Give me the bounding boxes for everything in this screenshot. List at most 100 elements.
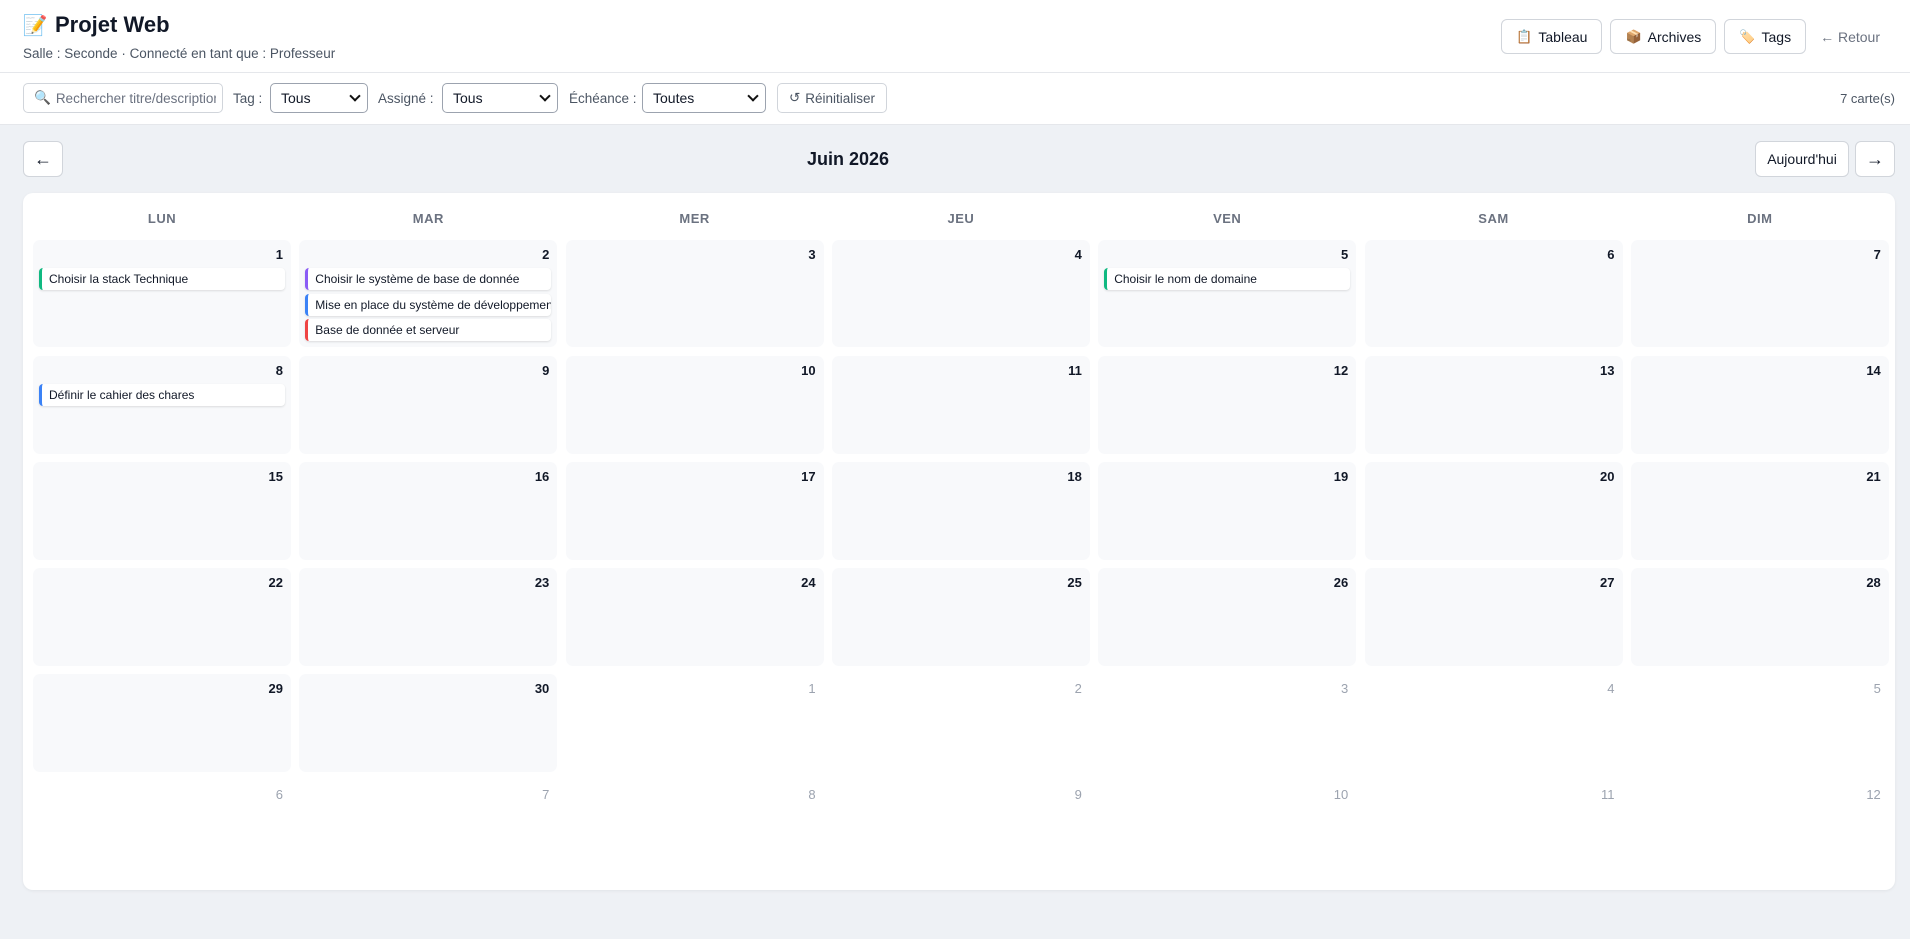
calendar-day[interactable]: 20 [1364,462,1623,560]
day-number: 29 [268,681,283,696]
calendar-day[interactable]: 5 Choisir le nom de domaine [1098,240,1357,347]
calendar-day[interactable]: 1 [566,674,824,772]
calendar-day[interactable]: 3 [1098,674,1356,772]
day-number: 30 [534,681,550,696]
calendar-day[interactable]: 27 [1364,568,1623,666]
calendar-day[interactable]: 25 [831,568,1090,666]
calendar-day[interactable]: 23 [299,568,558,666]
calendar-day[interactable]: 8 [566,780,824,878]
day-number: 8 [808,787,816,802]
today-button[interactable]: Aujourd'hui [1755,141,1849,177]
app-header: 📝 Projet Web Salle : Seconde · Connecté … [0,0,1910,73]
back-link[interactable]: ← Retour [1814,29,1888,45]
day-number: 20 [1600,469,1615,484]
day-number: 10 [801,363,816,378]
day-number: 10 [1333,787,1349,802]
calendar-day[interactable]: 11 [1365,780,1623,878]
calendar-day[interactable]: 9 [832,780,1090,878]
title-block: 📝 Projet Web Salle : Seconde · Connecté … [23,12,336,61]
calendar-day[interactable]: 14 [1630,356,1889,454]
day-number: 23 [534,575,550,590]
calendar-day[interactable]: 12 [1098,356,1357,454]
task-card[interactable]: Choisir le système de base de donnée [305,268,552,290]
day-number: 7 [542,787,550,802]
page-subtitle: Salle : Seconde · Connecté en tant que :… [23,46,336,61]
calendar-day[interactable]: 16 [299,462,558,560]
reset-button[interactable]: ↺ Réinitialiser [777,83,887,113]
calendar-day[interactable]: 30 [299,674,558,772]
day-number: 7 [1873,247,1881,262]
day-number: 9 [1074,787,1082,802]
assigned-select[interactable]: Tous [442,83,558,113]
calendar-day[interactable]: 24 [565,568,824,666]
calendar-day[interactable]: 7 [1630,240,1889,347]
weekday-header: DIM [1747,211,1773,226]
calendar-day[interactable]: 7 [299,780,557,878]
calendar-day[interactable]: 21 [1630,462,1889,560]
calendar-day[interactable]: 22 [33,568,291,666]
tags-button[interactable]: 🏷️ Tags [1724,19,1807,54]
task-card[interactable]: Mise en place du système de développemen… [305,293,552,316]
tag-icon: 🏷️ [1739,28,1756,44]
calendar-day[interactable]: 12 [1631,780,1889,878]
calendar-day[interactable]: 13 [1364,356,1623,454]
task-card[interactable]: Définir le cahier des chares [39,384,285,406]
calendar-day[interactable]: 5 [1631,674,1889,772]
task-card[interactable]: Choisir la stack Technique [39,268,285,290]
day-number: 6 [275,787,283,802]
memo-icon: 📝 [22,14,48,37]
day-number: 6 [1607,247,1615,262]
calendar-day[interactable]: 2 [832,674,1090,772]
day-number: 19 [1333,469,1349,484]
calendar-day[interactable]: 18 [831,462,1090,560]
calendar-day[interactable]: 19 [1098,462,1357,560]
calendar-day[interactable]: 6 [1364,240,1623,347]
weekday-header: MER [679,211,710,226]
calendar-day[interactable]: 9 [299,356,558,454]
calendar-day[interactable]: 10 [1098,780,1356,878]
archives-button[interactable]: 📦 Archives [1610,19,1717,54]
day-number: 22 [268,575,283,590]
calendar-day[interactable]: 2 Choisir le système de base de donnée Mis… [299,240,558,347]
day-number: 27 [1600,575,1615,590]
day-number: 5 [1340,247,1349,262]
calendar-day[interactable]: 6 [33,780,291,878]
day-number: 14 [1866,363,1881,378]
tag-select[interactable]: Tous [270,83,368,113]
card-count: 7 carte(s) [1840,91,1895,106]
due-select[interactable]: Toutes [642,83,766,113]
day-number: 15 [268,469,283,484]
tag-select-value: Tous [281,90,311,106]
filter-bar: 🔍 Tag : Tous Assigné : Tous Échéance : T… [0,73,1910,125]
next-month-button[interactable]: → [1855,141,1895,177]
calendar-day[interactable]: 4 [1365,674,1623,772]
weekday-header: SAM [1478,211,1509,226]
task-card[interactable]: Base de donnée et serveur [305,319,552,341]
day-number: 26 [1333,575,1349,590]
calendar-day[interactable]: 11 [831,356,1090,454]
search-field[interactable]: 🔍 [23,83,223,113]
month-title: Juin 2026 [806,149,890,169]
board-button[interactable]: 📋 Tableau [1501,19,1603,54]
board-button-label: Tableau [1538,28,1588,45]
calendar-day[interactable]: 3 [565,240,824,347]
calendar-day[interactable]: 29 [33,674,291,772]
calendar-day[interactable]: 28 [1630,568,1889,666]
clipboard-icon: 📋 [1516,28,1533,44]
calendar-day[interactable]: 17 [565,462,824,560]
arrow-right-icon: → [1866,148,1884,169]
search-input[interactable] [55,90,216,106]
due-select-value: Toutes [653,90,695,106]
calendar-day[interactable]: 26 [1098,568,1357,666]
title-row: 📝 Projet Web [23,12,335,38]
calendar-day[interactable]: 15 [33,462,291,560]
day-number: 11 [1068,363,1082,378]
task-card[interactable]: Choisir le nom de domaine [1104,268,1351,290]
day-number: 21 [1866,469,1881,484]
calendar-day[interactable]: 1 Choisir la stack Technique [33,240,291,347]
reset-icon: ↺ [788,90,801,105]
day-number: 1 [275,247,283,262]
calendar-day[interactable]: 8 Définir le cahier des chares [33,356,291,454]
calendar-day[interactable]: 10 [565,356,824,454]
calendar-day[interactable]: 4 [831,240,1090,347]
